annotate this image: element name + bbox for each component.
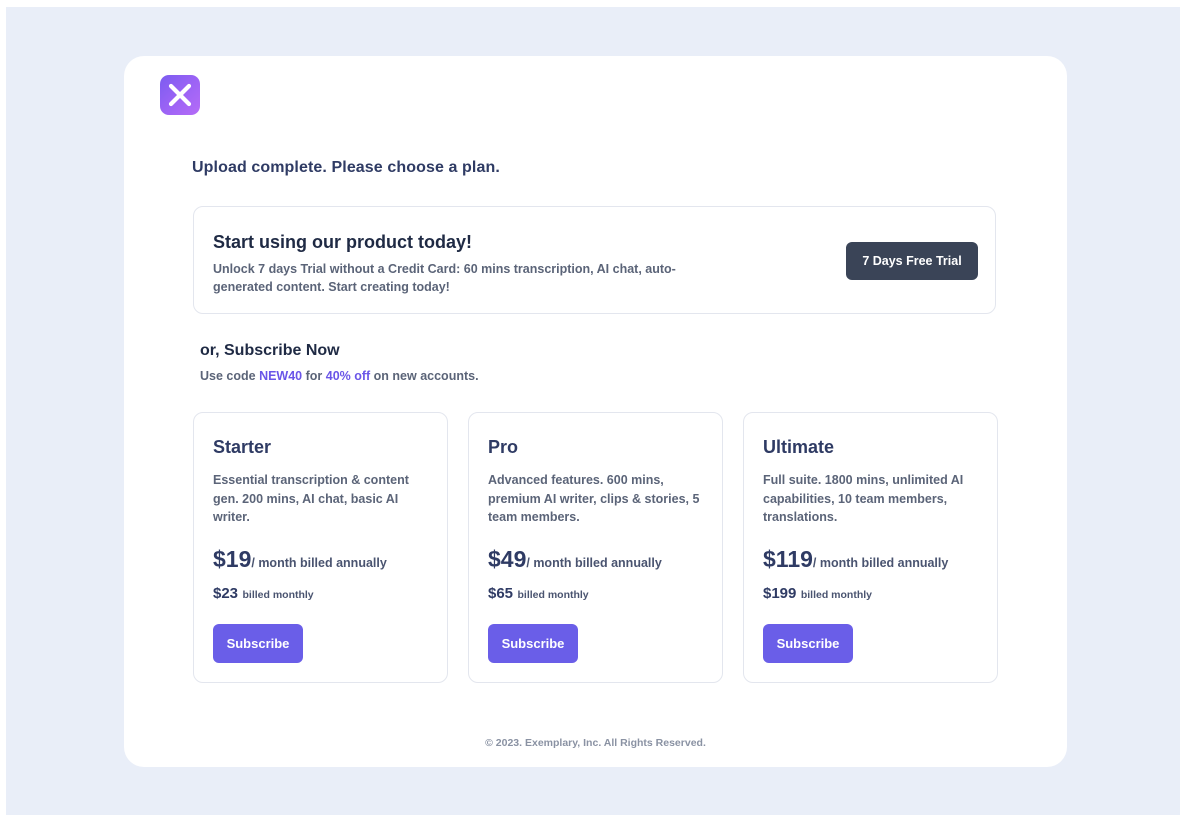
footer-copyright: © 2023. Exemplary, Inc. All Rights Reser… bbox=[485, 737, 706, 749]
subscribe-title: or, Subscribe Now bbox=[200, 342, 340, 359]
promo-suffix: on new accounts. bbox=[370, 369, 479, 383]
monthly-price-label: billed monthly bbox=[517, 589, 589, 601]
trial-title: Start using our product today! bbox=[213, 232, 472, 252]
trial-description: Unlock 7 days Trial without a Credit Car… bbox=[213, 262, 676, 294]
subscribe-pro-button[interactable]: Subscribe bbox=[488, 624, 578, 663]
x-logo-icon bbox=[168, 83, 192, 107]
promo-text: Use code NEW40 for 40% off on new accoun… bbox=[200, 369, 479, 383]
promo-middle: for bbox=[302, 369, 326, 383]
plan-annual-price: $19/ month billed annually bbox=[213, 546, 387, 573]
promo-prefix: Use code bbox=[200, 369, 260, 383]
annual-price-label: / month billed annually bbox=[812, 556, 949, 570]
plan-annual-price: $49/ month billed annually bbox=[488, 546, 662, 573]
page-background: Upload complete. Please choose a plan. S… bbox=[6, 7, 1180, 815]
plan-monthly-price: $65 billed monthly bbox=[488, 585, 589, 603]
subscribe-ultimate-button[interactable]: Subscribe bbox=[763, 624, 853, 663]
plan-name: Pro bbox=[488, 437, 519, 457]
promo-code: NEW40 bbox=[259, 369, 303, 383]
plan-card-pro: Pro Advanced features. 600 mins, premium… bbox=[468, 412, 723, 683]
main-card: Upload complete. Please choose a plan. S… bbox=[124, 56, 1067, 767]
trial-panel: Start using our product today! Unlock 7 … bbox=[193, 206, 996, 314]
plan-monthly-price: $199 billed monthly bbox=[763, 585, 872, 603]
annual-price-value: $19 bbox=[213, 546, 252, 572]
plan-name: Starter bbox=[213, 437, 272, 457]
annual-price-label: / month billed annually bbox=[526, 556, 662, 570]
plan-name: Ultimate bbox=[763, 437, 835, 457]
free-trial-button[interactable]: 7 Days Free Trial bbox=[846, 242, 978, 280]
monthly-price-value: $199 bbox=[763, 585, 797, 602]
plan-description: Full suite. 1800 mins, unlimited AI capa… bbox=[763, 473, 964, 524]
plan-card-starter: Starter Essential transcription & conten… bbox=[193, 412, 448, 683]
annual-price-value: $49 bbox=[488, 546, 527, 572]
annual-price-value: $119 bbox=[763, 546, 813, 572]
brand-logo[interactable] bbox=[160, 75, 200, 115]
plan-description: Advanced features. 600 mins, premium AI … bbox=[488, 473, 700, 524]
monthly-price-label: billed monthly bbox=[800, 589, 872, 601]
monthly-price-value: $23 bbox=[213, 585, 239, 602]
monthly-price-value: $65 bbox=[488, 585, 514, 602]
plan-description: Essential transcription & content gen. 2… bbox=[213, 473, 409, 524]
annual-price-label: / month billed annually bbox=[251, 556, 387, 570]
monthly-price-label: billed monthly bbox=[242, 589, 314, 601]
plan-monthly-price: $23 billed monthly bbox=[213, 585, 314, 603]
plan-annual-price: $119/ month billed annually bbox=[763, 546, 948, 573]
plan-card-ultimate: Ultimate Full suite. 1800 mins, unlimite… bbox=[743, 412, 998, 683]
page-heading: Upload complete. Please choose a plan. bbox=[192, 159, 500, 176]
promo-discount: 40% off bbox=[325, 369, 371, 383]
subscribe-starter-button[interactable]: Subscribe bbox=[213, 624, 303, 663]
